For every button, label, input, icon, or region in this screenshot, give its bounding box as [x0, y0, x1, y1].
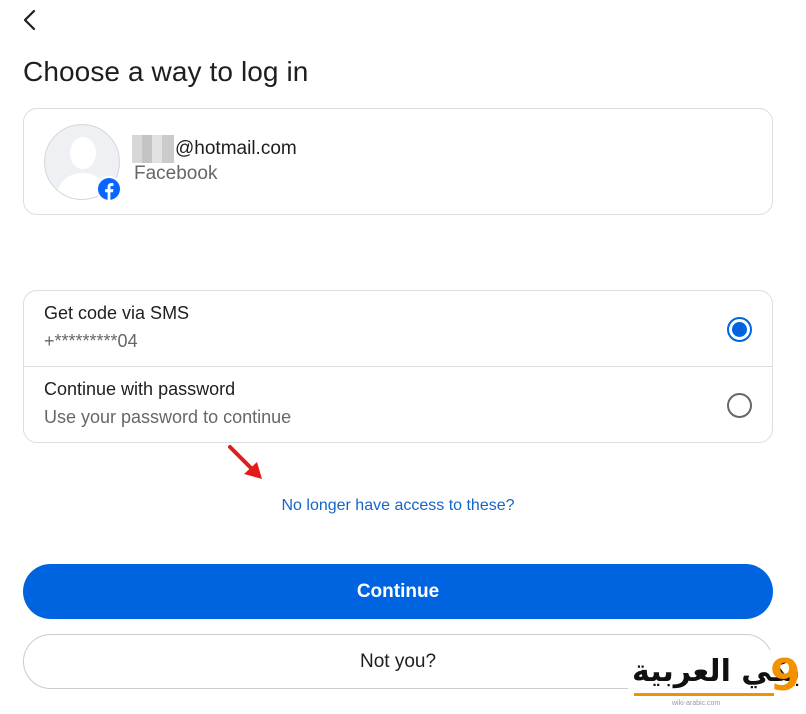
account-email: @hotmail.com [132, 135, 297, 163]
facebook-badge [96, 176, 122, 202]
radio-password[interactable] [727, 393, 752, 418]
redacted-username [132, 135, 174, 163]
account-platform: Facebook [134, 163, 218, 184]
option-subtitle: +*********04 [44, 331, 138, 351]
page-title: Choose a way to log in [23, 56, 309, 87]
back-button[interactable] [14, 4, 46, 36]
continue-button[interactable]: Continue [23, 564, 773, 619]
chevron-left-icon [23, 9, 36, 31]
option-subtitle: Use your password to continue [44, 407, 292, 427]
watermark-url: wiki-arabic.com [672, 700, 721, 707]
option-title: Continue with password [44, 379, 236, 399]
red-arrow-icon [228, 445, 262, 479]
email-suffix: @hotmail.com [175, 138, 297, 159]
account-card: @hotmail.com Facebook [23, 108, 773, 215]
watermark: يكي العربية 9 wiki-arabic.com [628, 650, 804, 712]
option-password[interactable]: Continue with password Use your password… [24, 367, 772, 442]
no-access-link[interactable]: No longer have access to these? [0, 497, 796, 515]
login-options: Get code via SMS +*********04 Continue w… [23, 290, 773, 443]
option-sms[interactable]: Get code via SMS +*********04 [24, 291, 772, 367]
radio-sms[interactable] [727, 317, 752, 342]
facebook-icon [98, 178, 120, 200]
watermark-bar [634, 693, 774, 696]
option-title: Get code via SMS [44, 303, 190, 323]
watermark-digit: 9 [770, 650, 801, 701]
